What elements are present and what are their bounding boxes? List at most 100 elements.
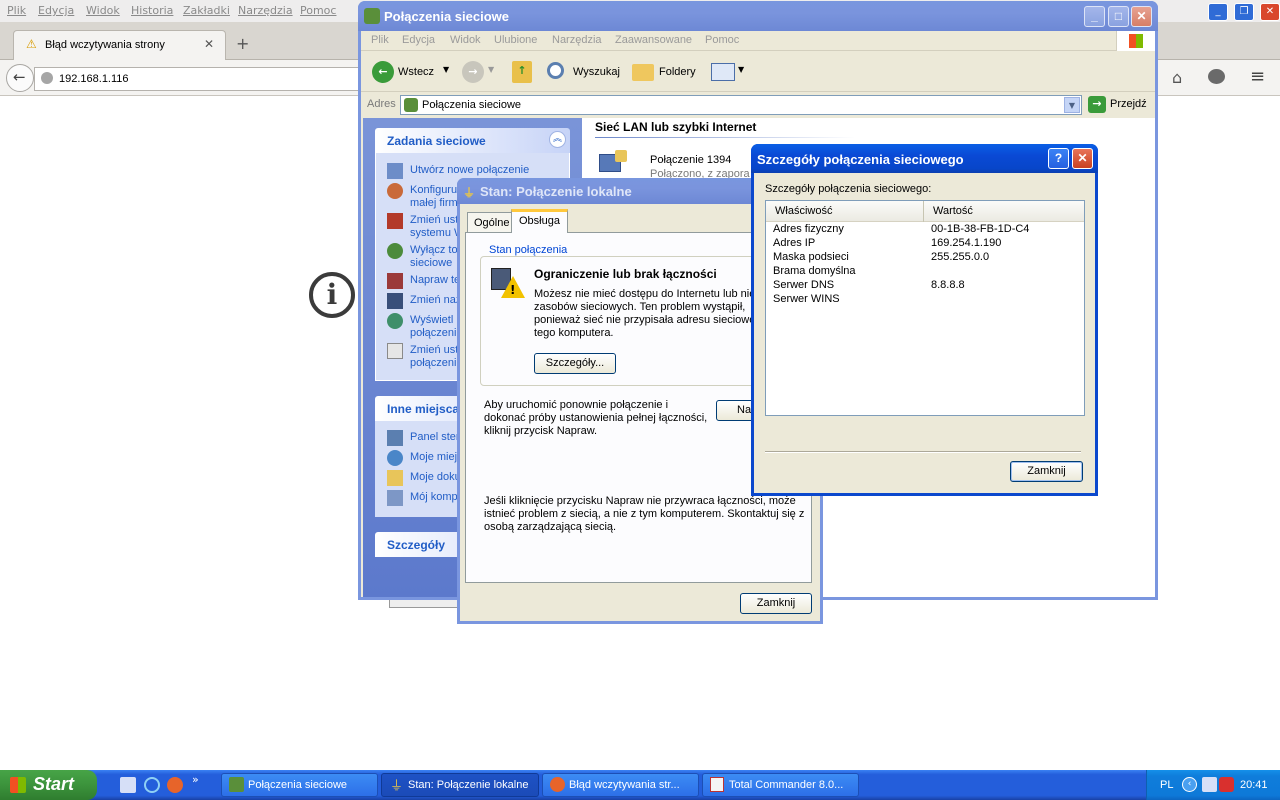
folders-icon[interactable]: [632, 64, 654, 81]
language-indicator[interactable]: PL: [1160, 779, 1173, 791]
search-icon[interactable]: [547, 62, 564, 79]
ff-urlbar[interactable]: 192.168.1.116: [34, 67, 364, 91]
task-view-status[interactable]: Wyświetl połączeni: [410, 314, 456, 340]
place-documents[interactable]: Moje doku: [410, 471, 461, 484]
task-status-dialog[interactable]: ⏚ Stan: Połączenie lokalne: [381, 773, 539, 797]
go-icon[interactable]: →: [1088, 96, 1106, 113]
ff-back-button[interactable]: ←: [6, 64, 34, 92]
network-tasks-header[interactable]: Zadania sieciowe ︽: [375, 128, 570, 153]
row-value: 169.254.1.190: [931, 237, 1002, 249]
ql-firefox-icon[interactable]: [167, 777, 183, 793]
security-shield-icon[interactable]: [1219, 777, 1234, 792]
clock[interactable]: 20:41: [1240, 779, 1268, 791]
help-button[interactable]: ?: [1048, 148, 1069, 169]
details-button[interactable]: Szczegóły...: [534, 353, 616, 374]
task-network-connections[interactable]: Połączenia sieciowe: [221, 773, 378, 797]
table-row[interactable]: Brama domyślna: [766, 265, 1084, 279]
address-field[interactable]: Połączenia sieciowe ▼: [400, 95, 1082, 115]
task-disable[interactable]: Wyłącz to sieciowe: [410, 244, 458, 270]
ql-explorer-icon[interactable]: [120, 777, 136, 793]
firefox-tab[interactable]: ⚠ Błąd wczytywania strony ✕: [13, 30, 226, 60]
task-firefox[interactable]: Błąd wczytywania str...: [542, 773, 699, 797]
task-total-commander[interactable]: Total Commander 8.0...: [702, 773, 859, 797]
exp-menu-ulubione[interactable]: Ulubione: [494, 34, 537, 46]
tray-expand-icon[interactable]: ‹: [1182, 777, 1197, 792]
task-new-connection[interactable]: Utwórz nowe połączenie: [410, 164, 529, 177]
ff-menu-pomoc[interactable]: Pomoc: [300, 4, 336, 17]
exp-menu-pomoc[interactable]: Pomoc: [705, 34, 739, 46]
go-label[interactable]: Przejdź: [1110, 98, 1147, 110]
details-title: Szczegóły: [387, 538, 446, 552]
ff-close-button[interactable]: ✕: [1260, 3, 1280, 21]
exp-menu-zaawansowane[interactable]: Zaawansowane: [615, 34, 692, 46]
table-row[interactable]: Serwer WINS: [766, 293, 1084, 307]
task-rename[interactable]: Zmień naz: [410, 294, 461, 307]
place-control-panel[interactable]: Panel ster: [410, 431, 460, 444]
up-folder-icon[interactable]: ↑: [512, 61, 532, 83]
details-close-button[interactable]: Zamknij: [1010, 461, 1083, 482]
views-dropdown-icon[interactable]: ▼: [738, 65, 744, 74]
ff-menu-narzedzia[interactable]: Narzędzia: [238, 4, 293, 17]
row-property: Serwer DNS: [773, 279, 835, 291]
row-property: Adres fizyczny: [773, 223, 844, 235]
tab-ogolne[interactable]: Ogólne: [467, 212, 512, 232]
disable-device-icon: [387, 243, 403, 259]
ff-menu-widok[interactable]: Widok: [86, 4, 120, 17]
network-tray-icon[interactable]: [1202, 777, 1217, 792]
ql-more-icon[interactable]: »: [192, 773, 199, 786]
folders-label[interactable]: Foldery: [659, 66, 696, 78]
connection-name[interactable]: Połączenie 1394: [650, 154, 731, 166]
ff-menu-plik[interactable]: Plik: [7, 4, 26, 17]
status-close-button[interactable]: Zamknij: [740, 593, 812, 614]
firefox-icon: [550, 777, 565, 792]
other-places-title: Inne miejsca: [387, 402, 460, 416]
views-icon[interactable]: [711, 63, 735, 81]
ff-menu-zakladki[interactable]: Zakładki: [183, 4, 230, 17]
ff-minimize-button[interactable]: _: [1208, 3, 1228, 21]
new-tab-icon[interactable]: +: [236, 34, 249, 53]
exp-menu-plik[interactable]: Plik: [371, 34, 389, 46]
table-row[interactable]: Adres fizyczny 00-1B-38-FB-1D-C4: [766, 223, 1084, 237]
explorer-titlebar: Połączenia sieciowe _ □ ✕: [358, 1, 1158, 31]
task-home-network[interactable]: Konfiguru małej firm: [410, 184, 458, 210]
explorer-minimize-button[interactable]: _: [1084, 6, 1105, 27]
explorer-close-button[interactable]: ✕: [1131, 6, 1152, 27]
exp-menu-widok[interactable]: Widok: [450, 34, 481, 46]
back-label[interactable]: Wstecz: [398, 66, 434, 78]
task-label: Total Commander 8.0...: [729, 779, 844, 791]
tab-obsluga[interactable]: Obsługa: [511, 209, 568, 233]
repair-button[interactable]: Na: [716, 400, 756, 421]
address-dropdown-icon[interactable]: ▼: [1064, 97, 1080, 113]
home-icon[interactable]: ⌂: [1172, 68, 1182, 87]
ff-menu-historia[interactable]: Historia: [131, 4, 173, 17]
exp-menu-narzedzia[interactable]: Narzędzia: [552, 34, 602, 46]
hamburger-menu-icon[interactable]: ≡: [1250, 66, 1265, 87]
task-repair[interactable]: Napraw te: [410, 274, 460, 287]
details-dialog-titlebar: Szczegóły połączenia sieciowego ? ✕: [751, 144, 1098, 173]
control-panel-icon: [387, 430, 403, 446]
tab-close-icon[interactable]: ✕: [204, 37, 214, 51]
ql-ie-icon[interactable]: [144, 777, 160, 793]
ff-restore-button[interactable]: ❐: [1234, 3, 1254, 21]
back-dropdown-icon[interactable]: ▼: [443, 65, 449, 74]
chat-icon[interactable]: [1208, 69, 1225, 84]
place-computer[interactable]: Mój komp: [410, 491, 458, 504]
ff-menu-edycja[interactable]: Edycja: [38, 4, 74, 17]
place-network[interactable]: Moje miej: [410, 451, 457, 464]
task-properties[interactable]: Zmień ust połączeni: [410, 344, 458, 370]
explorer-maximize-button[interactable]: □: [1108, 6, 1129, 27]
column-header-value[interactable]: Wartość: [925, 201, 1083, 222]
table-row[interactable]: Adres IP 169.254.1.190: [766, 237, 1084, 251]
back-icon[interactable]: ←: [372, 61, 394, 83]
search-label[interactable]: Wyszukaj: [573, 66, 620, 78]
collapse-chevron-icon[interactable]: ︽: [549, 131, 566, 148]
windows-logo-icon: [1116, 31, 1155, 51]
start-button[interactable]: Start: [0, 770, 97, 800]
exp-menu-edycja[interactable]: Edycja: [402, 34, 435, 46]
details-listview[interactable]: Właściwość Wartość Adres fizyczny 00-1B-…: [765, 200, 1085, 416]
column-header-property[interactable]: Właściwość: [766, 201, 924, 222]
details-dialog-close-x[interactable]: ✕: [1072, 148, 1093, 169]
warning-network-icon: !: [491, 268, 525, 300]
table-row[interactable]: Serwer DNS 8.8.8.8: [766, 279, 1084, 293]
table-row[interactable]: Maska podsieci 255.255.0.0: [766, 251, 1084, 265]
